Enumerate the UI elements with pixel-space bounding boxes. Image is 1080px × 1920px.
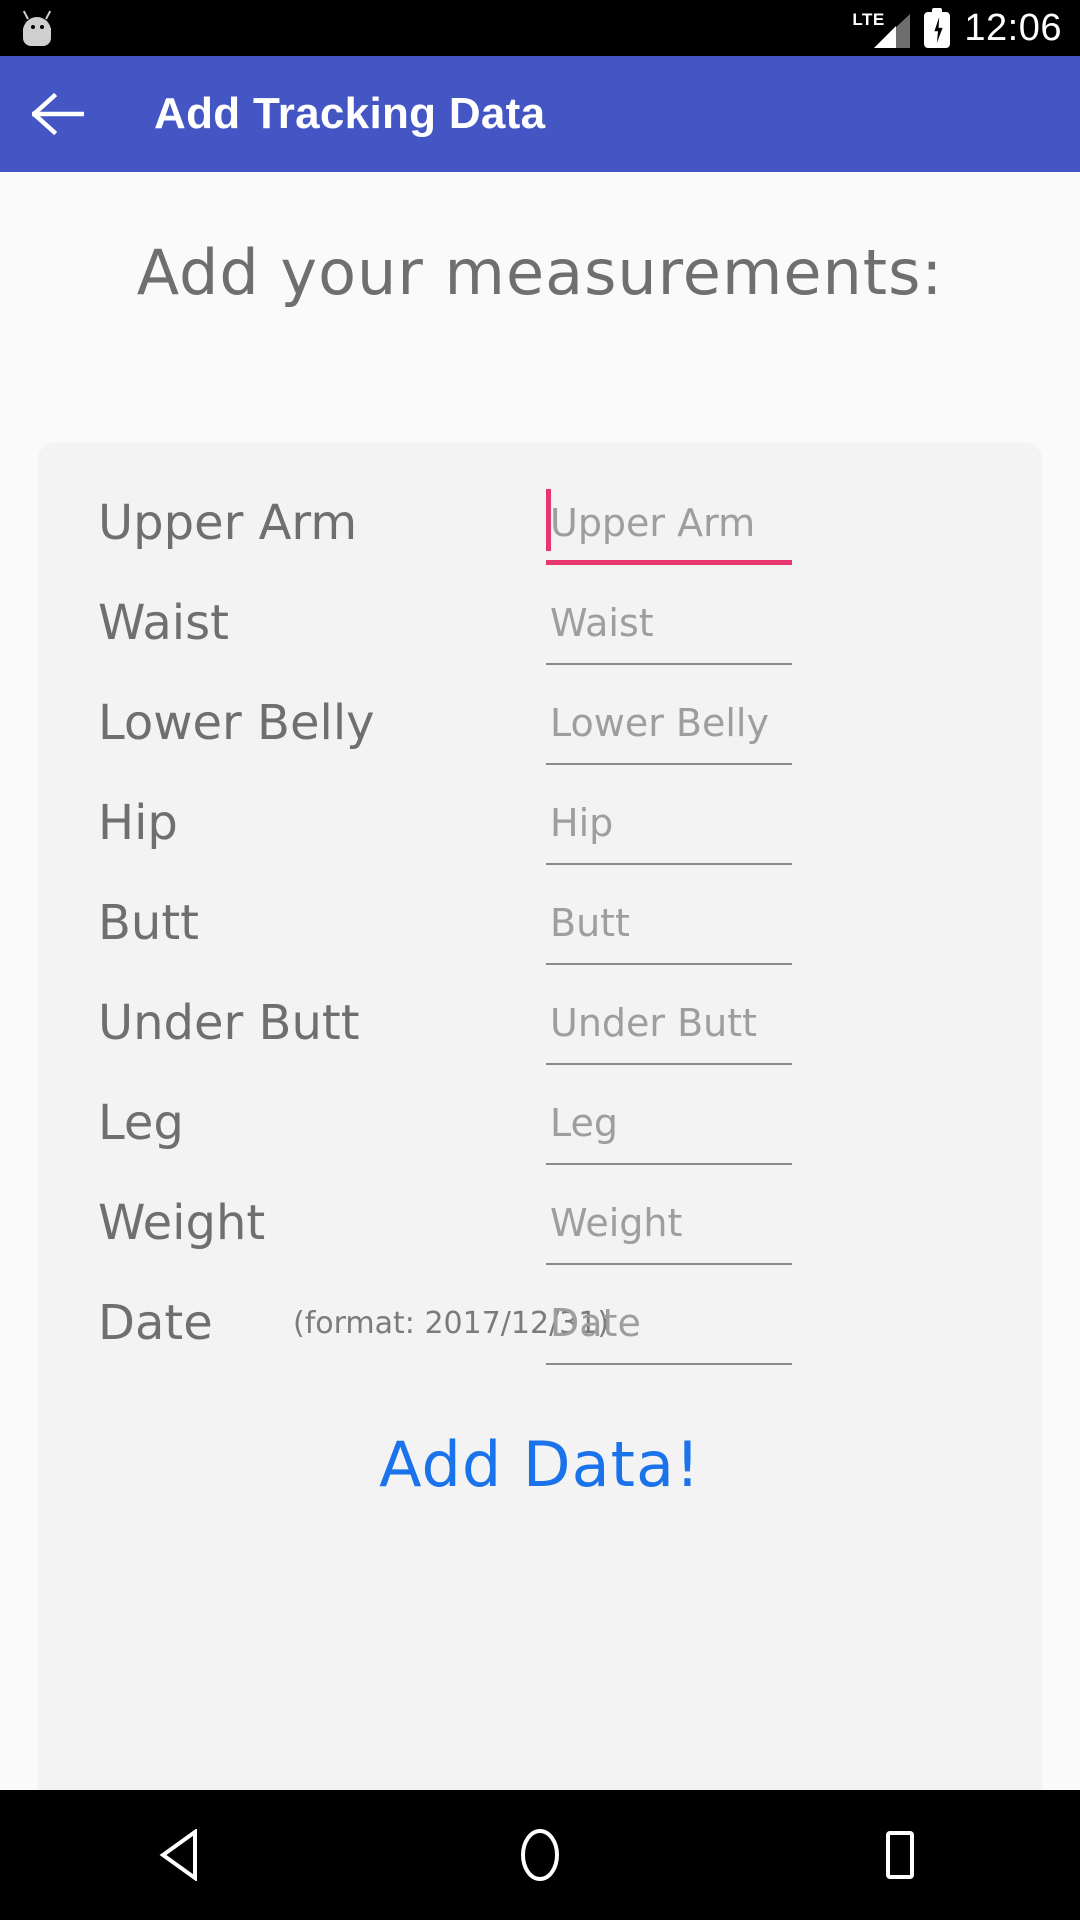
text-caret <box>546 489 551 551</box>
row-label: Under Butt <box>98 995 360 1051</box>
input-underline <box>546 1363 792 1365</box>
measurements-card: Upper Arm Upper Arm Waist Waist Lower Be… <box>38 443 1042 1790</box>
input-underline <box>546 663 792 665</box>
form-row-under-butt: Under Butt Under Butt <box>38 973 1042 1073</box>
input-underline <box>546 863 792 865</box>
row-label: Waist <box>98 595 229 651</box>
input-waist[interactable]: Waist <box>546 581 792 665</box>
lte-signal-icon: LTE <box>852 8 911 48</box>
page-title: Add Tracking Data <box>154 89 546 138</box>
triangle-back-icon <box>159 1829 197 1881</box>
content-area: Add your measurements: Upper Arm Upper A… <box>0 172 1080 1790</box>
back-button[interactable] <box>0 56 116 172</box>
status-bar-right: LTE 12:06 <box>852 0 1062 56</box>
input-underline <box>546 1263 792 1265</box>
input-placeholder: Butt <box>550 901 630 945</box>
input-lower-belly[interactable]: Lower Belly <box>546 681 792 765</box>
input-placeholder: Under Butt <box>550 1001 758 1045</box>
input-leg[interactable]: Leg <box>546 1081 792 1165</box>
row-label: Hip <box>98 795 178 851</box>
form-row-date: Date (format: 2017/12/31) Date <box>38 1273 1042 1373</box>
input-placeholder: Date <box>550 1301 641 1345</box>
phone-screen: LTE 12:06 Add Tracking Data Add your mea… <box>0 0 1080 1920</box>
form-row-upper-arm: Upper Arm Upper Arm <box>38 473 1042 573</box>
form-row-leg: Leg Leg <box>38 1073 1042 1173</box>
nav-recents-button[interactable] <box>800 1790 1000 1920</box>
row-label: Weight <box>98 1195 266 1251</box>
input-butt[interactable]: Butt <box>546 881 792 965</box>
input-placeholder: Waist <box>550 601 654 645</box>
nav-home-button[interactable] <box>440 1790 640 1920</box>
form-row-waist: Waist Waist <box>38 573 1042 673</box>
input-placeholder: Lower Belly <box>550 701 769 745</box>
form-row-lower-belly: Lower Belly Lower Belly <box>38 673 1042 773</box>
android-nav-bar <box>0 1790 1080 1920</box>
status-bar: LTE 12:06 <box>0 0 1080 56</box>
status-bar-left <box>20 10 54 46</box>
input-underline <box>546 763 792 765</box>
input-underline <box>546 1063 792 1065</box>
input-hip[interactable]: Hip <box>546 781 792 865</box>
row-label: Lower Belly <box>98 695 375 751</box>
status-bar-clock: 12:06 <box>964 7 1062 49</box>
input-date[interactable]: Date <box>546 1281 792 1365</box>
form-row-butt: Butt Butt <box>38 873 1042 973</box>
input-weight[interactable]: Weight <box>546 1181 792 1265</box>
input-placeholder: Leg <box>550 1101 619 1145</box>
battery-charging-icon <box>924 8 951 48</box>
input-placeholder: Weight <box>550 1201 683 1245</box>
nav-back-button[interactable] <box>80 1790 280 1920</box>
row-label: Date <box>98 1295 213 1351</box>
measurements-heading: Add your measurements: <box>136 236 944 309</box>
app-bar: Add Tracking Data <box>0 56 1080 172</box>
arrow-left-icon <box>32 93 84 135</box>
input-underline <box>546 963 792 965</box>
form-row-hip: Hip Hip <box>38 773 1042 873</box>
row-label: Butt <box>98 895 199 951</box>
input-underline <box>546 1163 792 1165</box>
row-label: Upper Arm <box>98 495 358 551</box>
input-upper-arm[interactable]: Upper Arm <box>546 481 792 565</box>
input-under-butt[interactable]: Under Butt <box>546 981 792 1065</box>
input-underline <box>546 560 792 565</box>
input-placeholder: Hip <box>550 801 614 845</box>
android-robot-icon <box>20 10 54 46</box>
row-label: Leg <box>98 1095 184 1151</box>
signal-bars-icon <box>874 14 911 48</box>
add-data-button[interactable]: Add Data! <box>38 1428 1042 1501</box>
circle-home-icon <box>521 1829 559 1881</box>
form-row-weight: Weight Weight <box>38 1173 1042 1273</box>
input-placeholder: Upper Arm <box>550 501 756 545</box>
square-recents-icon <box>886 1831 914 1879</box>
